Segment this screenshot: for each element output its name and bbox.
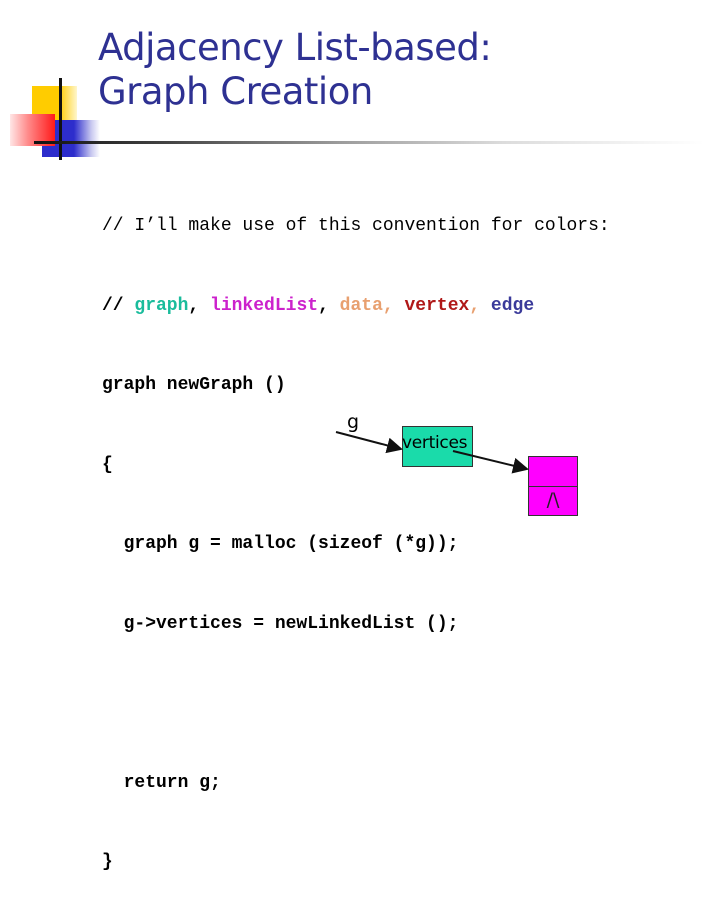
code-close-brace: } [102, 852, 113, 872]
code-return-line: return g; [102, 772, 221, 793]
arrow-g-to-vertices [335, 431, 403, 454]
code-vertices-line: g->vertices = newLinkedList (); [102, 613, 459, 634]
arrow-vertices-to-node [452, 450, 529, 474]
diagram-arrows [335, 431, 529, 474]
